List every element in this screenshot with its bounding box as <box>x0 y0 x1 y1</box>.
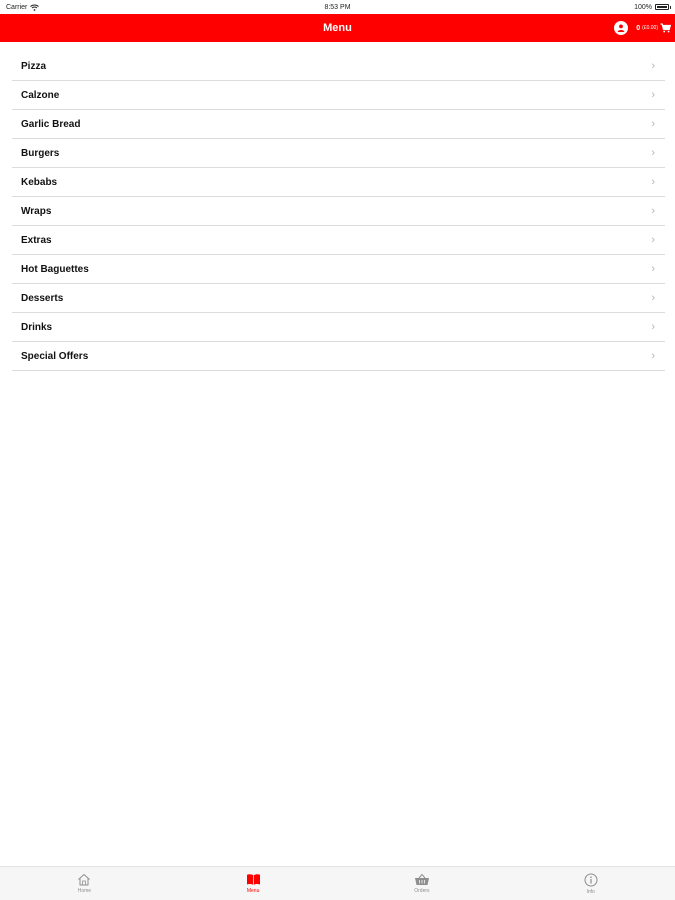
chevron-right-icon: › <box>651 118 655 130</box>
menu-item-label: Special Offers <box>21 350 89 362</box>
menu-category-list: Pizza › Calzone › Garlic Bread › Burgers… <box>12 52 665 371</box>
status-bar: Carrier 8:53 PM 100% <box>0 0 675 14</box>
tab-orders[interactable]: Orders <box>338 867 507 900</box>
status-left: Carrier <box>6 3 40 11</box>
tab-home[interactable]: Home <box>0 867 169 900</box>
menu-item-label: Desserts <box>21 292 64 304</box>
chevron-right-icon: › <box>651 205 655 217</box>
nav-bar: Menu 0 (£0.00) <box>0 14 675 42</box>
chevron-right-icon: › <box>651 89 655 101</box>
tab-info[interactable]: Info <box>506 867 675 900</box>
chevron-right-icon: › <box>651 292 655 304</box>
menu-item-burgers[interactable]: Burgers › <box>12 139 665 168</box>
status-right: 100% <box>634 3 671 11</box>
tab-label: Info <box>586 888 595 895</box>
menu-item-label: Kebabs <box>21 176 58 188</box>
page-title: Menu <box>323 22 352 34</box>
menu-item-pizza[interactable]: Pizza › <box>12 52 665 81</box>
chevron-right-icon: › <box>651 263 655 275</box>
tab-bar: Home Menu Orders Info <box>0 866 675 900</box>
menu-item-wraps[interactable]: Wraps › <box>12 197 665 226</box>
info-icon <box>584 873 598 886</box>
tab-label: Orders <box>414 888 430 894</box>
menu-item-label: Extras <box>21 234 52 246</box>
cart-count: 0 <box>636 24 641 32</box>
chevron-right-icon: › <box>651 60 655 72</box>
chevron-right-icon: › <box>651 350 655 362</box>
menu-item-label: Drinks <box>21 321 53 333</box>
chevron-right-icon: › <box>651 234 655 246</box>
nav-actions: 0 (£0.00) <box>614 14 671 42</box>
menu-item-calzone[interactable]: Calzone › <box>12 81 665 110</box>
menu-item-garlic-bread[interactable]: Garlic Bread › <box>12 110 665 139</box>
menu-item-extras[interactable]: Extras › <box>12 226 665 255</box>
book-icon <box>246 874 260 885</box>
chevron-right-icon: › <box>651 176 655 188</box>
menu-item-kebabs[interactable]: Kebabs › <box>12 168 665 197</box>
chevron-right-icon: › <box>651 147 655 159</box>
user-icon[interactable] <box>614 21 629 35</box>
battery-percent: 100% <box>634 3 652 11</box>
menu-item-drinks[interactable]: Drinks › <box>12 313 665 342</box>
basket-icon <box>414 873 429 885</box>
menu-item-label: Burgers <box>21 147 60 159</box>
cart-button[interactable]: 0 (£0.00) <box>636 23 671 33</box>
tab-label: Menu <box>246 888 260 894</box>
home-icon <box>78 873 91 886</box>
menu-item-label: Garlic Bread <box>21 118 81 130</box>
battery-icon <box>655 4 671 10</box>
menu-item-label: Calzone <box>21 89 60 101</box>
menu-item-label: Hot Baguettes <box>21 263 89 275</box>
tab-label: Home <box>77 888 92 894</box>
chevron-right-icon: › <box>651 321 655 333</box>
tab-menu[interactable]: Menu <box>169 867 338 900</box>
wifi-icon <box>30 4 40 11</box>
carrier-label: Carrier <box>6 3 28 11</box>
menu-item-label: Pizza <box>21 60 47 72</box>
cart-total: (£0.00) <box>642 25 658 31</box>
cart-icon <box>660 23 671 33</box>
menu-item-special-offers[interactable]: Special Offers › <box>12 342 665 371</box>
menu-item-hot-baguettes[interactable]: Hot Baguettes › <box>12 255 665 284</box>
menu-item-desserts[interactable]: Desserts › <box>12 284 665 313</box>
status-time: 8:53 PM <box>324 3 351 11</box>
menu-item-label: Wraps <box>21 205 52 217</box>
